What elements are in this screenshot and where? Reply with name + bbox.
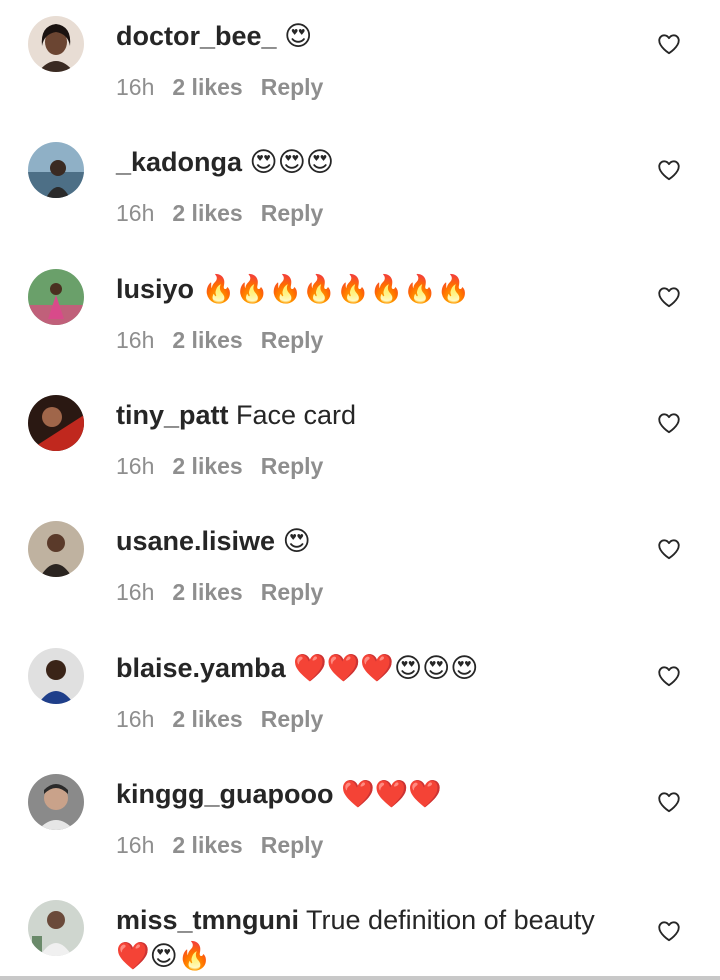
comment-text: 😍😍😍 xyxy=(242,147,334,177)
comment-item: _kadonga 😍😍😍 16h 2 likes Reply xyxy=(0,126,720,252)
comment-meta: 16h 2 likes Reply xyxy=(116,579,341,606)
comment-line: kinggg_guapooo ❤️❤️❤️ xyxy=(116,776,442,812)
comment-line: doctor_bee_ 😍 xyxy=(116,18,312,54)
comment-line: _kadonga 😍😍😍 xyxy=(116,144,334,180)
avatar[interactable] xyxy=(28,774,84,830)
avatar[interactable] xyxy=(28,395,84,451)
comment-time: 16h xyxy=(116,706,155,732)
comment-line: miss_tmnguni True definition of beauty❤️… xyxy=(116,902,626,974)
comment-username[interactable]: usane.lisiwe xyxy=(116,526,275,556)
heart-outline-icon[interactable] xyxy=(656,284,682,310)
comment-line: tiny_patt Face card xyxy=(116,397,356,433)
comment-text: ❤️❤️❤️ xyxy=(333,779,442,809)
comment-username[interactable]: lusiyo xyxy=(116,274,194,304)
comment-item: kinggg_guapooo ❤️❤️❤️ 16h 2 likes Reply xyxy=(0,758,720,884)
avatar[interactable] xyxy=(28,16,84,72)
heart-outline-icon[interactable] xyxy=(656,410,682,436)
heart-outline-icon[interactable] xyxy=(656,157,682,183)
comment-text: 🔥🔥🔥🔥🔥🔥🔥🔥 xyxy=(194,274,471,304)
comment-username[interactable]: _kadonga xyxy=(116,147,242,177)
reply-button[interactable]: Reply xyxy=(261,453,324,479)
comment-time: 16h xyxy=(116,200,155,226)
comment-meta: 16h 2 likes Reply xyxy=(116,832,341,859)
avatar[interactable] xyxy=(28,900,84,956)
comment-likes[interactable]: 2 likes xyxy=(172,706,242,732)
comment-meta: 16h 2 likes Reply xyxy=(116,74,341,101)
heart-outline-icon[interactable] xyxy=(656,918,682,944)
comment-text: ❤️❤️❤️😍😍😍 xyxy=(285,653,479,683)
comment-likes[interactable]: 2 likes xyxy=(172,200,242,226)
comment-likes[interactable]: 2 likes xyxy=(172,832,242,858)
comment-likes[interactable]: 2 likes xyxy=(172,74,242,100)
comment-likes[interactable]: 2 likes xyxy=(172,579,242,605)
avatar[interactable] xyxy=(28,269,84,325)
comment-meta: 16h 2 likes Reply xyxy=(116,453,341,480)
heart-outline-icon[interactable] xyxy=(656,31,682,57)
comment-time: 16h xyxy=(116,832,155,858)
comment-meta: 16h 2 likes Reply xyxy=(116,327,341,354)
comment-item: miss_tmnguni True definition of beauty❤️… xyxy=(0,884,720,980)
comment-meta: 16h 2 likes Reply xyxy=(116,706,341,733)
comment-username[interactable]: miss_tmnguni xyxy=(116,905,299,935)
comment-item: blaise.yamba ❤️❤️❤️😍😍😍 16h 2 likes Reply xyxy=(0,632,720,758)
reply-button[interactable]: Reply xyxy=(261,327,324,353)
reply-button[interactable]: Reply xyxy=(261,832,324,858)
comment-time: 16h xyxy=(116,579,155,605)
reply-button[interactable]: Reply xyxy=(261,74,324,100)
comment-text: 😍 xyxy=(276,21,313,51)
reply-button[interactable]: Reply xyxy=(261,706,324,732)
comment-time: 16h xyxy=(116,453,155,479)
avatar[interactable] xyxy=(28,142,84,198)
comment-username[interactable]: kinggg_guapooo xyxy=(116,779,333,809)
comment-line: blaise.yamba ❤️❤️❤️😍😍😍 xyxy=(116,650,478,686)
avatar[interactable] xyxy=(28,648,84,704)
comment-time: 16h xyxy=(116,327,155,353)
comment-text: Face card xyxy=(228,400,357,430)
bottom-edge-divider xyxy=(0,976,720,980)
comment-username[interactable]: doctor_bee_ xyxy=(116,21,277,51)
heart-outline-icon[interactable] xyxy=(656,663,682,689)
comment-likes[interactable]: 2 likes xyxy=(172,327,242,353)
avatar[interactable] xyxy=(28,521,84,577)
comment-meta: 16h 2 likes Reply xyxy=(116,200,341,227)
reply-button[interactable]: Reply xyxy=(261,200,324,226)
comment-item: tiny_patt Face card 16h 2 likes Reply xyxy=(0,379,720,505)
comment-line: lusiyo 🔥🔥🔥🔥🔥🔥🔥🔥 xyxy=(116,271,470,307)
comment-text: 😍 xyxy=(275,526,311,556)
comment-item: lusiyo 🔥🔥🔥🔥🔥🔥🔥🔥 16h 2 likes Reply xyxy=(0,253,720,379)
comment-line: usane.lisiwe 😍 xyxy=(116,523,311,559)
heart-outline-icon[interactable] xyxy=(656,789,682,815)
comment-item: doctor_bee_ 😍 16h 2 likes Reply xyxy=(0,0,720,126)
comment-likes[interactable]: 2 likes xyxy=(172,453,242,479)
comment-time: 16h xyxy=(116,74,155,100)
reply-button[interactable]: Reply xyxy=(261,579,324,605)
comment-username[interactable]: tiny_patt xyxy=(116,400,229,430)
comment-item: usane.lisiwe 😍 16h 2 likes Reply xyxy=(0,505,720,631)
heart-outline-icon[interactable] xyxy=(656,536,682,562)
comment-username[interactable]: blaise.yamba xyxy=(116,653,286,683)
